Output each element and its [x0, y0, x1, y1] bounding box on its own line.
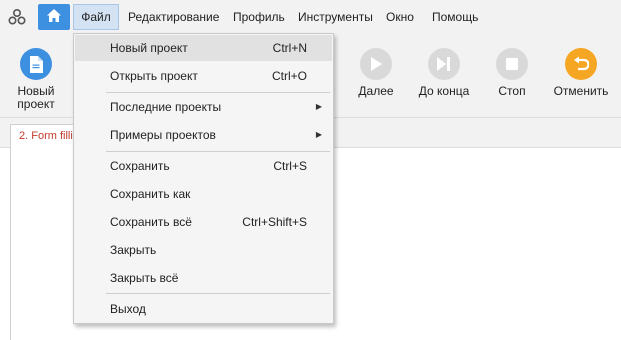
undo-label: Отменить — [553, 84, 609, 98]
menu-item-label: Последние проекты — [110, 100, 222, 114]
submenu-arrow-icon: ▶ — [315, 130, 322, 139]
new-project-label: Новый проект — [17, 84, 55, 111]
app-logo-icon — [8, 8, 26, 26]
stop-icon — [496, 48, 528, 80]
file-menu-dropdown: Новый проект Ctrl+N Открыть проект Ctrl+… — [73, 33, 334, 324]
menu-item-example-projects[interactable]: Примеры проектов ▶ — [75, 122, 332, 148]
menu-item-label: Примеры проектов — [110, 128, 216, 142]
menu-item-close-all[interactable]: Закрыть всё — [75, 265, 332, 291]
menu-item-label: Сохранить как — [110, 187, 191, 201]
menu-separator — [106, 293, 330, 294]
menu-help[interactable]: Помощь — [432, 4, 478, 30]
skip-to-end-icon — [428, 48, 460, 80]
menu-separator — [106, 92, 330, 93]
menu-item-label: Открыть проект — [110, 69, 198, 83]
to-end-label: До конца — [418, 84, 470, 98]
undo-icon — [565, 48, 597, 80]
undo-button[interactable]: Отменить — [551, 48, 611, 98]
menu-item-shortcut: Ctrl+O — [271, 69, 307, 83]
menu-item-open-project[interactable]: Открыть проект Ctrl+O — [75, 63, 332, 89]
menu-item-label: Закрыть всё — [110, 271, 179, 285]
home-icon — [47, 9, 61, 25]
home-button[interactable] — [38, 4, 70, 30]
stop-label: Стоп — [498, 84, 526, 98]
stop-button[interactable]: Стоп — [482, 48, 542, 98]
new-file-icon — [20, 48, 52, 80]
menu-window[interactable]: Окно — [386, 4, 414, 30]
menu-item-recent-projects[interactable]: Последние проекты ▶ — [75, 94, 332, 120]
menu-item-new-project[interactable]: Новый проект Ctrl+N — [75, 35, 332, 61]
menu-item-shortcut: Ctrl+S — [273, 159, 307, 173]
play-icon — [360, 48, 392, 80]
menu-item-save-as[interactable]: Сохранить как — [75, 181, 332, 207]
menu-item-save-all[interactable]: Сохранить всё Ctrl+Shift+S — [75, 209, 332, 235]
menu-separator — [106, 151, 330, 152]
menu-item-exit[interactable]: Выход — [75, 296, 332, 322]
menu-edit[interactable]: Редактирование — [128, 4, 219, 30]
menu-item-shortcut: Ctrl+N — [272, 41, 307, 55]
menu-item-label: Закрыть — [110, 243, 157, 257]
menu-item-label: Сохранить всё — [110, 215, 192, 229]
menu-item-close[interactable]: Закрыть — [75, 237, 332, 263]
to-end-button[interactable]: До конца — [414, 48, 474, 98]
menu-item-shortcut: Ctrl+Shift+S — [242, 215, 307, 229]
new-project-button[interactable]: Новый проект — [6, 48, 66, 111]
next-label: Далее — [358, 84, 394, 98]
next-button[interactable]: Далее — [346, 48, 406, 98]
menu-file[interactable]: Файл — [73, 4, 119, 30]
menu-item-label: Выход — [110, 302, 146, 316]
menu-item-label: Сохранить — [110, 159, 170, 173]
menu-item-save[interactable]: Сохранить Ctrl+S — [75, 153, 332, 179]
menu-profile[interactable]: Профиль — [233, 4, 285, 30]
menu-bar: Файл Редактирование Профиль Инструменты … — [0, 0, 621, 34]
menu-item-label: Новый проект — [110, 41, 188, 55]
submenu-arrow-icon: ▶ — [315, 102, 322, 111]
menu-tools[interactable]: Инструменты — [298, 4, 373, 30]
